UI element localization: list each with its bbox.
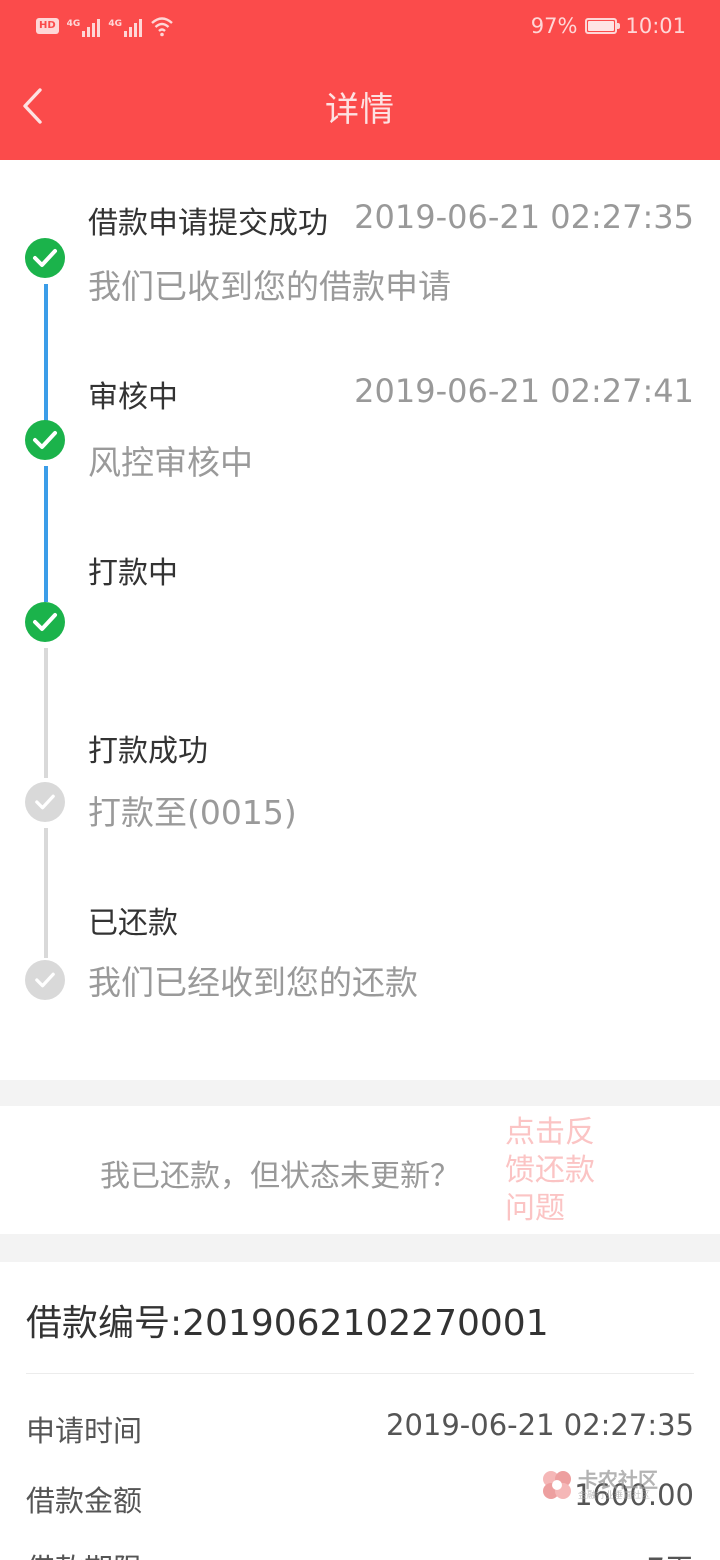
status-bar-left: HD 4G 4G — [36, 14, 174, 38]
watermark-title: 卡农社区 — [578, 1467, 658, 1492]
feedback-section: 我已还款，但状态未更新？ 点击反馈还款问题 — [0, 1106, 720, 1234]
step-title: 借款申请提交成功 — [88, 206, 328, 241]
status-bar: HD 4G 4G 97% 10:01 — [0, 0, 720, 52]
step-complete-icon — [25, 238, 65, 278]
loan-info-section: 借款编号:2019062102270001 申请时间 2019-06-21 02… — [0, 1262, 720, 1560]
status-bar-right: 97% 10:01 — [531, 12, 686, 40]
step-title: 已还款 — [88, 906, 178, 941]
signal-label: 4G — [108, 19, 122, 29]
signal-icon: 4G — [108, 15, 142, 37]
step-description: 我们已经收到您的还款 — [88, 963, 418, 1002]
step-title: 打款成功 — [88, 734, 208, 769]
battery-fill — [588, 21, 614, 31]
timeline-connector — [44, 466, 48, 602]
apply-time-label: 申请时间 — [26, 1414, 143, 1448]
loan-term-label: 借款期限 — [26, 1546, 142, 1560]
watermark-subtitle: 金融行业垂直社区 — [578, 1490, 651, 1501]
battery-percent: 97% — [530, 14, 578, 38]
step-time: 2019-06-21 02:27:35 — [354, 198, 694, 236]
loan-amount-label: 借款金额 — [26, 1484, 143, 1518]
section-divider — [0, 1080, 720, 1106]
step-time: 2019-06-21 02:27:41 — [354, 372, 694, 410]
step-pending-icon — [25, 960, 65, 1000]
wifi-icon — [151, 17, 173, 37]
app-header: HD 4G 4G 97% 10:01 详情 — [0, 0, 720, 160]
step-complete-icon — [25, 420, 65, 460]
page-title: 详情 — [325, 90, 395, 130]
step-title: 打款中 — [88, 556, 178, 591]
status-timeline: 借款申请提交成功 2019-06-21 02:27:35 我们已收到您的借款申请… — [0, 160, 720, 1080]
step-description: 风控审核中 — [88, 443, 253, 482]
signal-icon: 4G — [67, 15, 101, 37]
clock: 10:01 — [625, 14, 686, 38]
signal-label: 4G — [66, 19, 81, 29]
watermark-logo-icon — [543, 1471, 571, 1499]
apply-time-value: 2019-06-21 02:27:35 — [386, 1408, 694, 1442]
timeline-connector — [44, 828, 48, 958]
feedback-question: 我已还款，但状态未更新？ — [100, 1159, 460, 1194]
loan-number: 借款编号:2019062102270001 — [26, 1303, 549, 1344]
loan-detail-screen: HD 4G 4G 97% 10:01 详情 借款申请提交成功 2019-06-2… — [0, 0, 720, 1560]
step-title: 审核中 — [88, 380, 178, 415]
timeline-connector — [44, 648, 48, 778]
hd-badge: HD — [36, 18, 59, 34]
community-watermark: 卡农社区 金融行业垂直社区 — [540, 1468, 658, 1502]
feedback-link[interactable]: 点击反馈还款问题 — [505, 1114, 605, 1228]
section-divider — [0, 1234, 720, 1262]
divider — [26, 1373, 694, 1374]
step-pending-icon — [25, 782, 65, 822]
timeline-connector — [44, 284, 48, 436]
loan-term-value: 7天 — [647, 1546, 694, 1560]
watermark-text: 卡农社区 金融行业垂直社区 — [578, 1470, 658, 1501]
step-description: 我们已收到您的借款申请 — [88, 267, 451, 306]
step-description: 打款至(0015) — [88, 793, 297, 832]
battery-icon — [585, 18, 621, 34]
step-complete-icon — [25, 602, 65, 642]
